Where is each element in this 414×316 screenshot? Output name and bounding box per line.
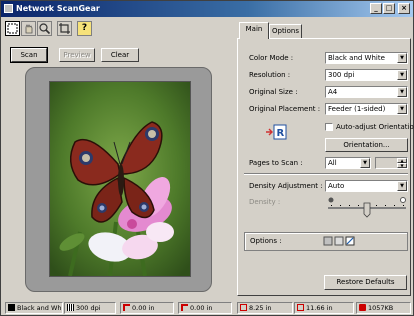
status-width: 8.25 in	[237, 302, 293, 314]
color-mode-select[interactable]: Black and White ▼	[325, 52, 408, 64]
width-icon	[240, 304, 247, 311]
status-file-size: 1057KB	[356, 302, 411, 314]
orientation-icon: R	[265, 123, 289, 141]
orientation-button[interactable]: Orientation...	[325, 138, 408, 152]
status-height: 11.66 in	[294, 302, 354, 314]
pages-to-scan-label: Pages to Scan :	[249, 159, 303, 167]
options-label: Options :	[250, 237, 282, 245]
settings-panel: Main Options Color Mode : Black and Whit…	[237, 21, 414, 297]
pages-count-stepper[interactable]: ▲ ▼	[375, 157, 408, 169]
hand-tool-icon[interactable]	[21, 21, 36, 36]
height-icon	[297, 304, 304, 311]
original-size-value: A4	[328, 88, 338, 96]
divider	[244, 173, 408, 175]
chevron-down-icon[interactable]: ▼	[360, 158, 370, 168]
density-label: Density :	[249, 198, 281, 206]
resolution-label: Resolution :	[249, 71, 291, 79]
tab-main[interactable]: Main	[239, 22, 269, 39]
restore-defaults-button[interactable]: Restore Defaults	[324, 275, 407, 290]
options-icons	[323, 236, 357, 247]
select-tool-icon[interactable]	[5, 21, 20, 36]
original-placement-value: Feeder (1-sided)	[328, 105, 386, 113]
original-size-select[interactable]: A4 ▼	[325, 86, 408, 98]
status-x-offset: 0.00 in	[120, 302, 174, 314]
help-tool-icon[interactable]: ?	[77, 21, 92, 36]
preview-button[interactable]: Preview	[59, 48, 95, 62]
density-adjustment-select[interactable]: Auto ▼	[325, 180, 408, 192]
title-bar[interactable]: Network ScanGear _ □ ×	[1, 1, 413, 17]
pages-to-scan-value: All	[328, 159, 337, 167]
y-offset-icon	[181, 304, 188, 311]
original-placement-select[interactable]: Feeder (1-sided) ▼	[325, 103, 408, 115]
chevron-down-icon[interactable]: ▼	[397, 70, 407, 80]
original-placement-label: Original Placement :	[249, 105, 321, 113]
zoom-tool-icon[interactable]	[37, 21, 52, 36]
file-size-icon	[359, 304, 366, 311]
clear-button[interactable]: Clear	[101, 48, 139, 62]
status-bar: Black and Wh 300 dpi 0.00 in 0.00 in 8.2…	[1, 300, 413, 315]
density-adjustment-value: Auto	[328, 182, 345, 190]
options-group: Options :	[244, 232, 408, 251]
chevron-down-icon[interactable]: ▼	[397, 104, 407, 114]
density-slider[interactable]	[328, 196, 406, 222]
auto-adjust-checkbox[interactable]	[325, 123, 333, 131]
chevron-down-icon[interactable]: ▼	[397, 87, 407, 97]
x-offset-icon	[123, 304, 130, 311]
scangear-window: Network ScanGear _ □ × ? Scan Preview Cl…	[0, 0, 414, 316]
maximize-button[interactable]: □	[383, 3, 395, 14]
color-mode-icon	[8, 304, 15, 311]
crop-tool-icon[interactable]	[57, 21, 72, 36]
chevron-down-icon[interactable]: ▼	[397, 53, 407, 63]
preview-area[interactable]	[25, 67, 212, 292]
butterfly-preview-image	[50, 82, 190, 276]
close-button[interactable]: ×	[398, 3, 410, 14]
auto-adjust-label: Auto-adjust Orientation	[336, 123, 414, 131]
stepper-down-icon[interactable]: ▼	[397, 163, 407, 168]
resolution-value: 300 dpi	[328, 71, 355, 79]
scan-button[interactable]: Scan	[10, 47, 48, 63]
color-mode-value: Black and White	[328, 54, 385, 62]
density-adjustment-label: Density Adjustment :	[249, 182, 323, 190]
app-icon	[4, 4, 13, 13]
color-mode-label: Color Mode :	[249, 54, 294, 62]
pages-to-scan-select[interactable]: All ▼	[325, 157, 371, 169]
status-y-offset: 0.00 in	[178, 302, 232, 314]
status-resolution: 300 dpi	[64, 302, 116, 314]
chevron-down-icon[interactable]: ▼	[397, 181, 407, 191]
tab-options[interactable]: Options	[269, 24, 302, 38]
window-title: Network ScanGear	[16, 4, 100, 13]
main-tab-content: Color Mode : Black and White ▼ Resolutio…	[237, 38, 414, 296]
minimize-button[interactable]: _	[370, 3, 382, 14]
svg-text:R: R	[277, 128, 285, 139]
preview-page[interactable]	[49, 81, 191, 277]
resolution-icon	[67, 304, 74, 311]
resolution-select[interactable]: 300 dpi ▼	[325, 69, 408, 81]
status-color-mode: Black and Wh	[5, 302, 63, 314]
original-size-label: Original Size :	[249, 88, 298, 96]
